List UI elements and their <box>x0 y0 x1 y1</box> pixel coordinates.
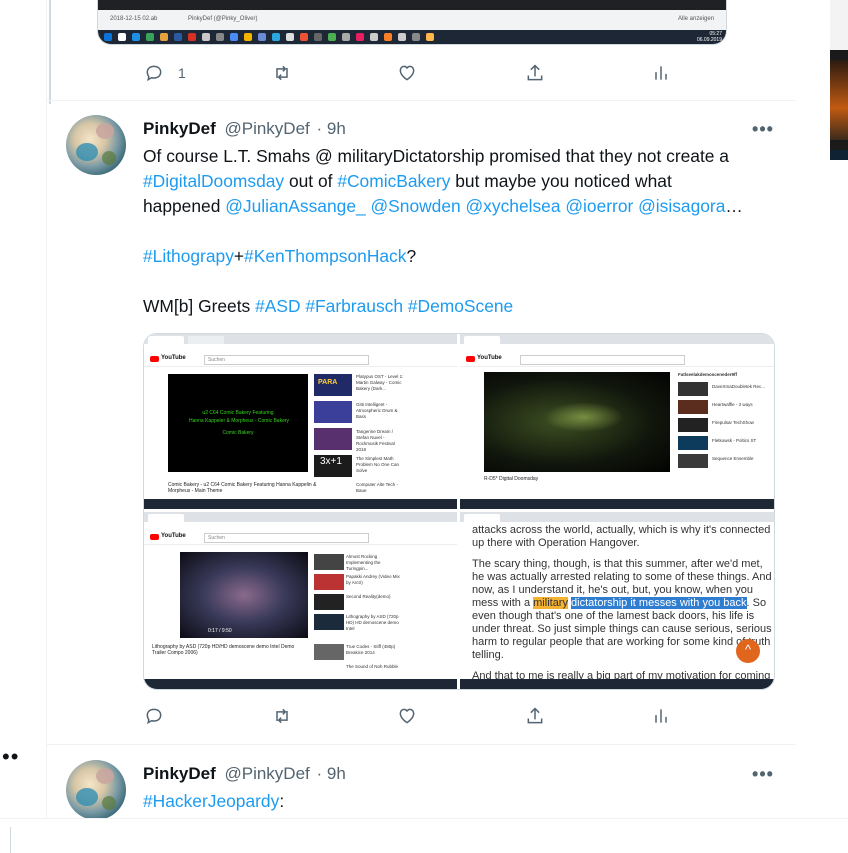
hashtag-link[interactable]: #ComicBakery <box>337 171 450 191</box>
tab-label: PinkyDef (@Pinky_Oliver) <box>188 16 258 22</box>
mention-link[interactable]: @ioerror <box>565 196 633 216</box>
analytics-icon <box>655 709 667 723</box>
tweet-text: #HackerJeopardy: <box>143 791 285 811</box>
tweet-time[interactable]: · 9h <box>317 119 346 138</box>
video-caption: R-D5* Digital Doomsday <box>484 476 539 482</box>
author-name[interactable]: PinkyDef <box>143 119 216 138</box>
left-gutter: •• <box>0 0 46 852</box>
action-bar <box>97 704 667 728</box>
share-button[interactable] <box>525 704 545 728</box>
media-image-1[interactable]: YouTube Suchen u2 C64 Comic Bakery Featu… <box>144 334 457 509</box>
like-button[interactable] <box>397 61 417 85</box>
tweet-line: #DigitalDoomsday out of #ComicBakery but… <box>143 171 672 191</box>
tweet-header: PinkyDef @PinkyDef · 9h <box>143 764 346 784</box>
hashtag-link[interactable]: #DigitalDoomsday <box>143 171 284 191</box>
youtube-logo: YouTube <box>466 355 502 363</box>
tweet-divider <box>46 100 796 101</box>
tweet-line: #Lithograpy+#KenThompsonHack? <box>143 246 417 266</box>
hashtag-link[interactable]: #ASD <box>255 296 300 316</box>
reply-button[interactable] <box>144 704 164 728</box>
tweet-media-grid: YouTube Suchen u2 C64 Comic Bakery Featu… <box>143 333 775 690</box>
author-name[interactable]: PinkyDef <box>143 764 216 783</box>
share-button[interactable] <box>525 61 545 85</box>
tab-label: Alle anzeigen <box>678 16 715 22</box>
scroll-up-icon[interactable]: ^ <box>736 639 760 663</box>
like-icon <box>399 65 415 81</box>
tweet-divider <box>46 744 796 745</box>
avatar[interactable] <box>66 760 126 820</box>
hashtag-link[interactable]: #KenThompsonHack <box>244 246 406 266</box>
youtube-logo: YouTube <box>150 355 186 363</box>
video-caption: Lithography by ASD (720p HD/HD demoscene… <box>152 644 295 656</box>
retweet-icon <box>276 65 288 81</box>
video-caption: Comic Bakery - u2 C64 Comic Bakery Featu… <box>168 482 317 494</box>
analytics-icon <box>655 66 667 80</box>
action-bar: 1 <box>97 61 667 85</box>
retweet-button[interactable] <box>272 61 292 85</box>
tweet-line: Of course L.T. Smahs @ militaryDictators… <box>143 146 729 166</box>
hashtag-link[interactable]: #Lithograpy <box>143 246 234 266</box>
more-icon[interactable]: ••• <box>752 120 774 142</box>
media-image-4[interactable]: attacks across the world, actually, whic… <box>460 512 774 689</box>
share-icon <box>527 64 543 81</box>
tweet-line: WM[b] Greets #ASD #Farbrausch #DemoScene <box>143 296 514 316</box>
hashtag-link[interactable]: #HackerJeopardy <box>143 791 279 811</box>
author-handle[interactable]: @PinkyDef <box>224 119 309 138</box>
youtube-logo: YouTube <box>150 533 186 541</box>
reply-count: 1 <box>178 65 186 81</box>
mention-link[interactable]: @JulianAssange_ <box>225 196 365 216</box>
reply-icon <box>146 708 162 725</box>
analytics-button[interactable] <box>651 61 671 85</box>
video-player: u2 C64 Comic Bakery Featuring Hanna Kapp… <box>168 374 308 472</box>
tweet-time[interactable]: · 9h <box>317 764 346 783</box>
more-icon[interactable]: ••• <box>752 765 774 787</box>
share-icon <box>527 707 543 724</box>
thread-connector <box>49 0 51 104</box>
more-icon[interactable]: •• <box>2 746 19 768</box>
retweet-icon <box>276 708 288 724</box>
transcript-text: attacks across the world, actually, whic… <box>472 524 772 689</box>
tweet-text: Of course L.T. Smahs @ militaryDictators… <box>143 144 773 319</box>
right-sidebar <box>797 0 848 852</box>
video-player: 0:17 / 9:50 <box>180 552 308 638</box>
like-icon <box>399 708 415 724</box>
media-image-3[interactable]: YouTube Suchen 0:17 / 9:50 Lithography by… <box>144 512 457 689</box>
taskbar-clock: 05:27 06.09.2019 <box>696 31 722 43</box>
mention-link[interactable]: @xychelsea <box>466 196 561 216</box>
tweet-line: happened @JulianAssange_ @Snowden @xyche… <box>143 196 743 216</box>
avatar[interactable] <box>66 115 126 175</box>
taskbar <box>98 30 726 44</box>
video-player <box>484 372 670 472</box>
retweet-button[interactable] <box>272 704 292 728</box>
like-button[interactable] <box>397 704 417 728</box>
analytics-button[interactable] <box>651 704 671 728</box>
author-handle[interactable]: @PinkyDef <box>224 764 309 783</box>
previous-tweet-image[interactable]: 2018-12-15 02.ab PinkyDef (@Pinky_Oliver… <box>97 0 727 45</box>
trend-thumbnail[interactable] <box>830 0 848 160</box>
reply-icon <box>146 65 162 82</box>
mention-link[interactable]: @isisagora <box>638 196 725 216</box>
tweet-header: PinkyDef @PinkyDef · 9h <box>143 119 346 139</box>
search-input: Suchen <box>204 355 369 365</box>
hashtag-link[interactable]: #DemoScene <box>408 296 513 316</box>
hashtag-link[interactable]: #Farbrausch <box>305 296 403 316</box>
reply-button[interactable]: 1 <box>144 61 186 85</box>
tab-label: 2018-12-15 02.ab <box>110 16 158 22</box>
media-image-2[interactable]: YouTube R-D5* Digital Doomsday Fatlseela… <box>460 334 774 509</box>
bottom-bar <box>0 818 848 853</box>
mention-link[interactable]: @Snowden <box>371 196 461 216</box>
